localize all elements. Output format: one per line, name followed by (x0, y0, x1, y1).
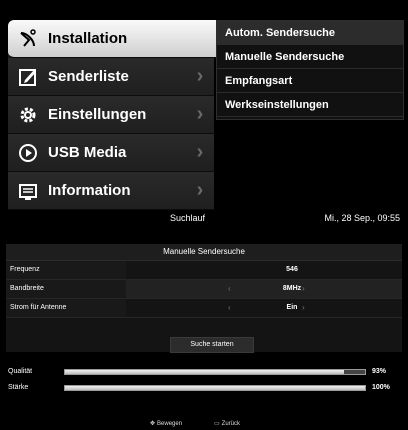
strength-bar (64, 385, 366, 391)
field-label: Frequenz (6, 261, 126, 279)
chevron-right-icon: › (196, 141, 204, 163)
gear-icon (8, 104, 48, 126)
menu-item-information[interactable]: Information › (8, 172, 214, 210)
antenna-power-row[interactable]: Strom für Antenne ‹ Ein › (6, 299, 402, 318)
quality-bar-fill (65, 370, 344, 374)
menu-item-label: Installation (48, 30, 128, 47)
satellite-icon (8, 28, 48, 50)
submenu-item-manual-search[interactable]: Manuelle Sendersuche (217, 45, 403, 69)
menu-item-label: USB Media (48, 144, 127, 161)
menu-item-label: Information (48, 182, 131, 199)
chevron-right-icon: › (196, 179, 204, 201)
page-title: Suchlauf (170, 213, 206, 223)
datetime: Mi., 28 Sep., 09:55 (324, 213, 400, 223)
back-hint: ▭ Zurück (214, 420, 241, 428)
start-search-button[interactable]: Suche starten (170, 337, 254, 353)
menu-item-label: Einstellungen (48, 106, 147, 123)
frequency-value: 546 (286, 266, 298, 273)
strength-bar-row: Stärke 100% (6, 380, 402, 396)
installation-submenu: Autom. Sendersuche Manuelle Sendersuche … (216, 20, 404, 120)
search-screen: Suchlauf Mi., 28 Sep., 09:55 Manuelle Se… (0, 210, 408, 430)
submenu-item-reception-type[interactable]: Empfangsart (217, 69, 403, 93)
arrow-left-icon[interactable]: ‹ (228, 280, 231, 298)
move-hint-label: Bewegen (157, 420, 183, 427)
arrow-right-icon[interactable]: › (302, 299, 305, 317)
signal-bars: Qualität 93% Stärke 100% (6, 364, 402, 396)
main-menu-screen: Installation Senderliste › Einstellungen… (0, 0, 408, 210)
quality-bar (64, 369, 366, 375)
field-label: Strom für Antenne (6, 299, 126, 317)
footer-hints: ✥ Bewegen ▭ Zurück (0, 418, 408, 430)
menu-item-senderliste[interactable]: Senderliste › (8, 58, 214, 96)
back-hint-label: Zurück (221, 420, 241, 427)
panel-title: Manuelle Sendersuche (6, 244, 402, 261)
arrow-right-icon[interactable]: › (302, 280, 305, 298)
strength-bar-fill (65, 386, 365, 390)
bandwidth-value: 8MHz (282, 285, 302, 292)
submenu-item-auto-search[interactable]: Autom. Sendersuche (217, 21, 403, 45)
dpad-icon: ✥ (150, 421, 156, 427)
field-label: Bandbreite (6, 280, 126, 298)
quality-bar-row: Qualität 93% (6, 364, 402, 380)
manual-search-panel: Manuelle Sendersuche Frequenz 546 Bandbr… (6, 244, 402, 353)
menu-item-usb-media[interactable]: USB Media › (8, 134, 214, 172)
antenna-power-value: Ein (286, 304, 298, 311)
quality-percent: 93% (372, 368, 387, 375)
strength-percent: 100% (372, 384, 390, 391)
quality-label: Qualität (8, 368, 33, 375)
info-screen-icon (8, 180, 48, 202)
play-icon (8, 142, 48, 164)
bandwidth-row[interactable]: Bandbreite ‹ 8MHz › (6, 280, 402, 299)
menu-item-installation[interactable]: Installation (8, 20, 218, 58)
menu-item-einstellungen[interactable]: Einstellungen › (8, 96, 214, 134)
main-menu: Installation Senderliste › Einstellungen… (8, 20, 218, 210)
move-hint: ✥ Bewegen (150, 420, 183, 428)
menu-item-label: Senderliste (48, 68, 129, 85)
arrow-left-icon[interactable]: ‹ (228, 299, 231, 317)
strength-label: Stärke (8, 384, 29, 391)
frequency-row[interactable]: Frequenz 546 (6, 261, 402, 280)
chevron-right-icon: › (196, 103, 204, 125)
back-key-icon: ▭ (214, 421, 220, 427)
submenu-item-factory-reset[interactable]: Werkseinstellungen (217, 93, 403, 117)
title-bar: Suchlauf Mi., 28 Sep., 09:55 (0, 210, 408, 224)
edit-icon (8, 66, 48, 88)
chevron-right-icon: › (196, 65, 204, 87)
